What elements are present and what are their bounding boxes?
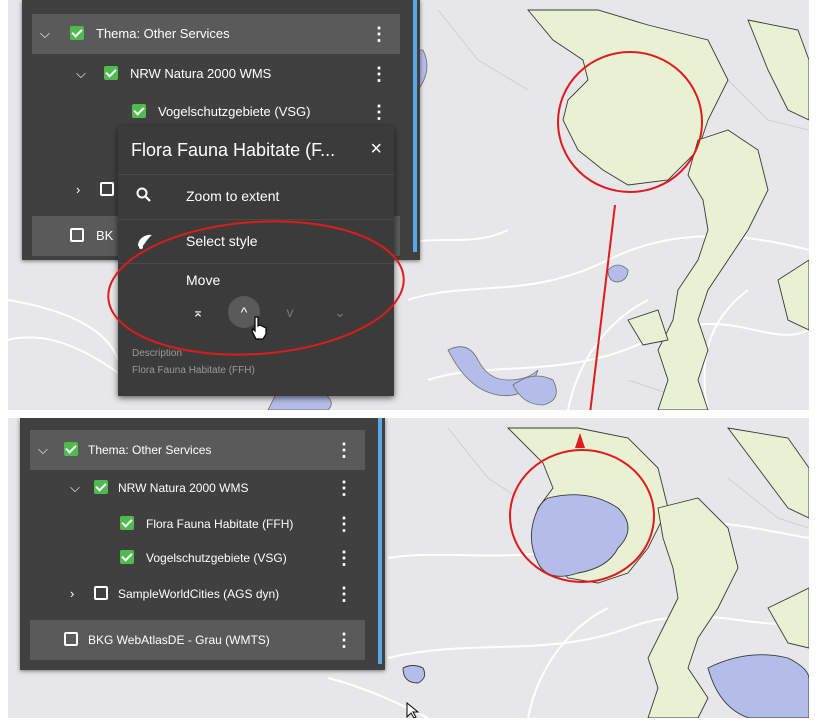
highlight-annotations xyxy=(107,51,703,410)
highlight-annotations xyxy=(509,433,655,583)
screenshot-before: ⌵ Thema: Other Services ⋮ ⌵ NRW Natura 2… xyxy=(8,0,809,410)
screenshot-after: ⌵ Thema: Other Services ⋮ ⌵ NRW Natura 2… xyxy=(8,418,809,718)
